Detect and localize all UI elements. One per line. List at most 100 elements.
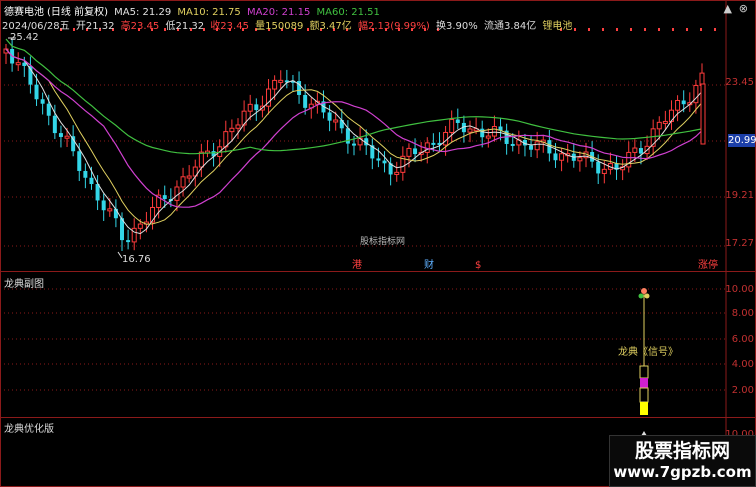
axis-label-p1-0: 10.00	[725, 284, 754, 295]
candle-body	[626, 151, 632, 168]
quote-volume: 量150089	[255, 21, 304, 32]
candle-body	[303, 94, 308, 108]
quote-sector: 锂电池	[542, 21, 573, 32]
header-dot	[644, 28, 646, 31]
candle-body	[431, 142, 436, 145]
candle-body	[601, 168, 607, 174]
candle-body	[455, 119, 460, 123]
header-dot	[616, 28, 618, 31]
candle-body	[198, 151, 204, 168]
panel1-title: 龙典副图	[4, 279, 44, 290]
candle-body	[382, 160, 387, 164]
signal-dot-top	[641, 288, 647, 294]
quote-float: 流通3.84亿	[483, 21, 537, 32]
current-price-tag: 20.99	[728, 134, 756, 147]
candle-body	[413, 148, 418, 155]
candle-body	[675, 99, 681, 111]
axis-label-main-0: 23.45	[725, 77, 754, 88]
candle-body	[52, 115, 57, 134]
candle-body	[77, 151, 82, 171]
axis-label-p1-2: 6.00	[731, 334, 754, 345]
candle-body	[174, 186, 180, 201]
header-dot	[686, 28, 688, 31]
signal-bar-black-2	[639, 387, 649, 403]
candle-body	[235, 124, 241, 129]
candle-body	[553, 153, 558, 161]
candle-body	[681, 100, 686, 105]
candle-body	[15, 62, 21, 66]
header-dot	[700, 28, 702, 31]
axis-label-p1-3: 4.00	[731, 359, 754, 370]
close-icon[interactable]: ⊗	[739, 2, 748, 15]
candle-body	[64, 135, 70, 139]
collapse-arrow-icon[interactable]: ▲	[724, 2, 732, 15]
candle-body	[278, 79, 284, 83]
candle-body	[510, 143, 515, 146]
candle-body	[327, 112, 332, 121]
candle-body	[89, 177, 94, 185]
candle-body	[126, 240, 131, 243]
candle-body	[107, 208, 113, 212]
candle-body	[534, 141, 540, 151]
axis-label-p1-4: 2.00	[731, 385, 754, 396]
axis-label-p1-1: 8.00	[731, 308, 754, 319]
candle-body	[406, 147, 412, 157]
candle-body	[491, 126, 497, 137]
event-label-2[interactable]: $	[475, 260, 481, 272]
candle-body	[529, 145, 534, 150]
candle-body	[632, 147, 638, 153]
quote-low: 低21.32	[165, 21, 205, 32]
candle-body	[376, 158, 381, 161]
candle-body	[467, 128, 473, 133]
event-label-0[interactable]: 港	[352, 260, 362, 272]
axis-label-main-2: 19.21	[725, 190, 754, 201]
quote-open: 开21.32	[75, 21, 115, 32]
signal-bar-magenta	[640, 378, 648, 388]
candle-body	[229, 127, 235, 133]
candle-body	[596, 161, 601, 174]
quote-amount: 额3.47亿	[309, 21, 352, 32]
candle-body	[101, 200, 106, 211]
candle-body	[40, 99, 45, 104]
candle-body	[449, 118, 455, 133]
candle-body	[394, 171, 400, 175]
candle-body	[662, 120, 668, 124]
high-annotation: 25.42	[10, 32, 39, 43]
signal-dot-left	[638, 293, 644, 299]
axis-label-main-3: 17.27	[725, 238, 754, 249]
candle-body	[95, 184, 100, 201]
candle-body	[186, 175, 192, 179]
quote-change: 幅2.13(9.99%)	[357, 21, 430, 32]
candle-body	[480, 128, 485, 138]
header-dot	[672, 28, 674, 31]
center-watermark: 股标指标网	[360, 237, 406, 247]
header-dot	[714, 28, 716, 31]
watermark-line2: www.7gpzb.com	[613, 463, 752, 481]
low-annotation: 16.76	[122, 254, 151, 265]
candle-body	[247, 103, 253, 112]
header-dot	[630, 28, 632, 31]
header-dot	[602, 28, 604, 31]
candle-body	[577, 157, 583, 162]
site-watermark: 股票指标网 www.7gpzb.com	[609, 435, 756, 487]
event-label-3[interactable]: 涨停	[698, 260, 718, 272]
quote-header: 2024/06/28五 开21.32 高23.45 低21.32 收23.45 …	[2, 17, 575, 32]
candle-body	[272, 79, 278, 90]
candle-body	[58, 133, 63, 137]
candle-body	[180, 176, 186, 188]
candle-body	[162, 195, 167, 199]
candle-body	[34, 84, 39, 100]
quote-turnover: 换3.90%	[436, 21, 478, 32]
candle-body	[656, 121, 662, 130]
indicator-header: 德赛电池 (日线 前复权) MA5: 21.29 MA10: 21.75 MA20…	[4, 3, 383, 18]
limit-up-candle	[700, 83, 706, 145]
quote-close: 收23.45	[210, 21, 249, 32]
panel2-title: 龙典优化版	[4, 424, 54, 435]
event-label-1[interactable]: 财	[424, 260, 434, 272]
candle-body	[485, 135, 491, 139]
quote-high: 高23.45	[120, 21, 160, 32]
quote-date: 2024/06/28五	[2, 21, 70, 32]
candle-body	[638, 148, 643, 154]
header-dot	[588, 28, 590, 31]
candle-body	[333, 119, 339, 123]
